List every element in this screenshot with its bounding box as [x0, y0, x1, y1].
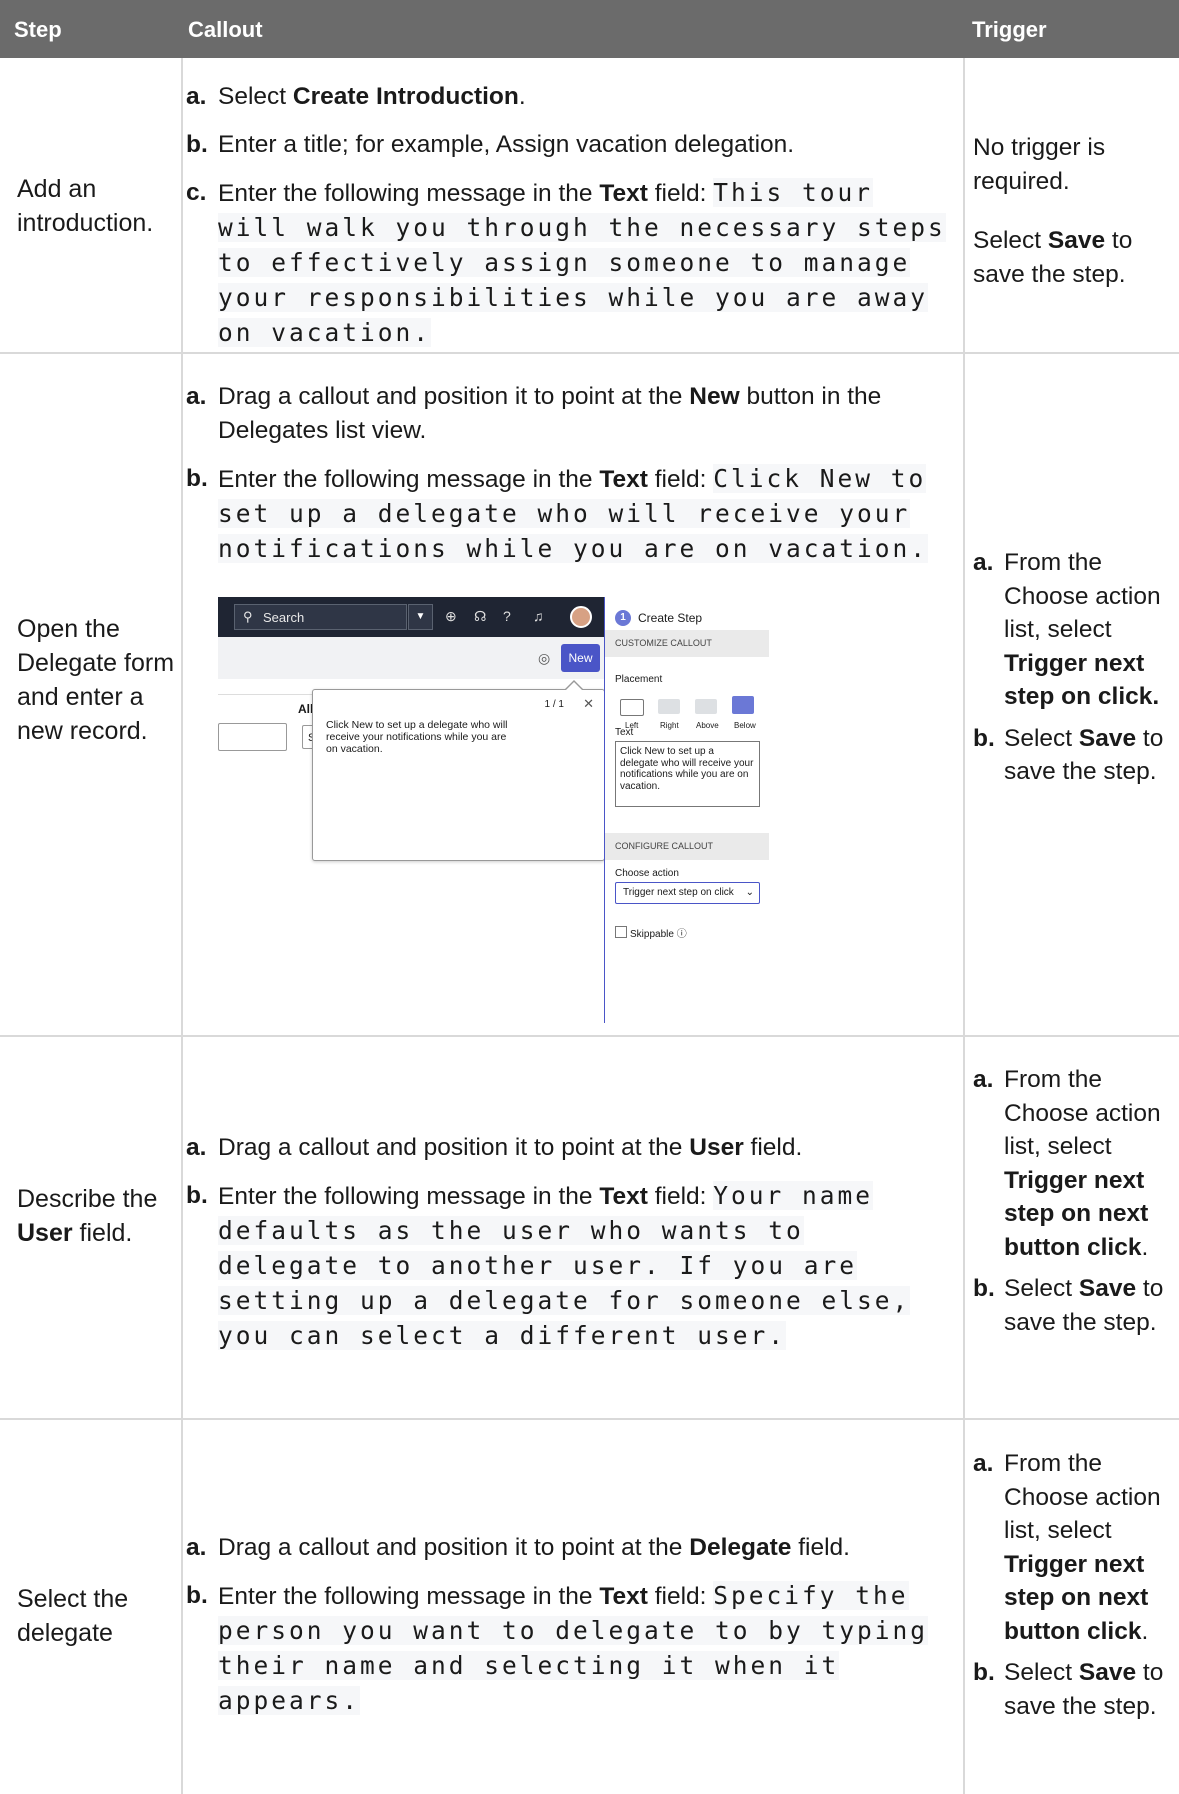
step-cell: Add an introduction.: [17, 175, 154, 237]
list-item: b. Enter a title; for example, Assign vac…: [186, 131, 795, 158]
new-button[interactable]: New: [561, 644, 600, 672]
close-icon[interactable]: ✕: [583, 696, 594, 712]
callout-tooltip: 1 / 1 ✕ Click New to set up a delegate w…: [312, 680, 605, 861]
list-item: c. Enter the following message in the Tex…: [186, 178, 946, 347]
list-item: b. Enter the following message in the Tex…: [186, 1581, 929, 1715]
trigger-cell: a. From the Choose action list, select Tr…: [973, 1063, 1173, 1347]
create-step-panel: 1 Create Step CUSTOMIZE CALLOUT Placemen…: [604, 597, 799, 1023]
chat-icon[interactable]: ☊: [474, 608, 486, 625]
global-search[interactable]: ⚲ Search: [234, 604, 407, 630]
column-divider: [181, 58, 183, 1794]
placement-right-option[interactable]: [658, 699, 680, 714]
text-label: Text: [615, 727, 634, 738]
globe-icon[interactable]: ⊕: [445, 608, 457, 625]
step-cell: Open the Delegate form and enter a new r…: [17, 615, 175, 745]
search-icon: ⚲: [243, 609, 253, 624]
list-item: a. From the Choose action list, select Tr…: [973, 1066, 1161, 1261]
step-cell: Describe the User field.: [17, 1185, 158, 1247]
skippable-label: Skippable ⓘ: [630, 929, 687, 940]
list-item: a. Select Create Introduction.: [186, 83, 526, 110]
list-item: No trigger is required.: [973, 134, 1106, 195]
list-item: b. Select Save to save the step.: [973, 1659, 1164, 1720]
list-item: b. Enter the following message in the Tex…: [186, 1181, 911, 1350]
bell-icon[interactable]: ♫: [533, 608, 544, 624]
list-item: a. From the Choose action list, select Tr…: [973, 1450, 1161, 1645]
tooltip-text: Click New to set up a delegate who will …: [326, 719, 508, 755]
callout-cell: a. Drag a callout and position it to poin…: [186, 1531, 948, 1733]
callout-cell: a. Select Create Introduction. b. Enter a …: [186, 80, 948, 365]
embedded-screenshot: ⚲ Search ▼ ⊕ ☊ ? ♫ ◎ New All notificat S…: [218, 597, 799, 1023]
row-divider: [0, 1035, 1179, 1037]
customize-heading: CUSTOMIZE CALLOUT: [605, 630, 769, 657]
help-icon[interactable]: ?: [503, 608, 511, 624]
list-item: a. Drag a callout and position it to poin…: [186, 383, 882, 444]
target-icon: ◎: [538, 650, 551, 666]
header-callout: Callout: [188, 17, 263, 42]
list-item: Select Save to save the step.: [973, 227, 1133, 288]
placement-left-option[interactable]: [620, 699, 644, 716]
list-item: b. Select Save to save the step.: [973, 1275, 1164, 1336]
callout-cell: a. Drag a callout and position it to poin…: [186, 380, 948, 581]
list-item: a. Drag a callout and position it to poin…: [186, 1534, 850, 1561]
avatar[interactable]: [570, 606, 592, 628]
choose-action-select[interactable]: Trigger next step on click ⌄: [615, 882, 760, 904]
callout-text-field[interactable]: Click New to set up a delegate who will …: [615, 741, 760, 807]
chevron-down-icon: ⌄: [745, 887, 754, 898]
filter-input[interactable]: [218, 723, 287, 751]
skippable-checkbox[interactable]: [615, 926, 627, 938]
info-icon: ⓘ: [676, 929, 687, 940]
placement-option-label: Right: [660, 721, 679, 730]
list-item: b. Enter the following message in the Tex…: [186, 464, 929, 563]
list-item: a. Drag a callout and position it to poin…: [186, 1134, 803, 1161]
table-header: Step Callout Trigger: [0, 0, 1179, 58]
list-item: a. From the Choose action list, select Tr…: [973, 549, 1161, 710]
search-dropdown-button[interactable]: ▼: [408, 604, 433, 630]
header-trigger: Trigger: [972, 17, 1047, 42]
step-number-badge: 1: [615, 610, 631, 626]
choose-action-label: Choose action: [615, 868, 679, 879]
tooltip-counter: 1 / 1: [544, 699, 564, 710]
step-cell: Select the delegate: [17, 1585, 129, 1647]
placement-label: Placement: [615, 674, 663, 685]
trigger-cell: No trigger is required. Select Save to s…: [973, 131, 1173, 291]
list-item: b. Select Save to save the step.: [973, 724, 1164, 786]
configure-heading: CONFIGURE CALLOUT: [605, 833, 769, 860]
placement-option-label: Below: [734, 721, 756, 730]
column-divider: [963, 58, 965, 1794]
row-divider: [0, 1418, 1179, 1420]
trigger-cell: a. From the Choose action list, select Tr…: [973, 546, 1173, 797]
placement-above-option[interactable]: [695, 699, 717, 714]
panel-title: Create Step: [638, 611, 703, 625]
trigger-cell: a. From the Choose action list, select Tr…: [973, 1447, 1173, 1731]
placement-option-label: Above: [696, 721, 719, 730]
callout-cell: a. Drag a callout and position it to poin…: [186, 1131, 948, 1368]
placement-below-option[interactable]: [732, 696, 754, 714]
top-navbar: ⚲ Search ▼ ⊕ ☊ ? ♫: [218, 597, 604, 637]
header-step: Step: [14, 17, 62, 42]
